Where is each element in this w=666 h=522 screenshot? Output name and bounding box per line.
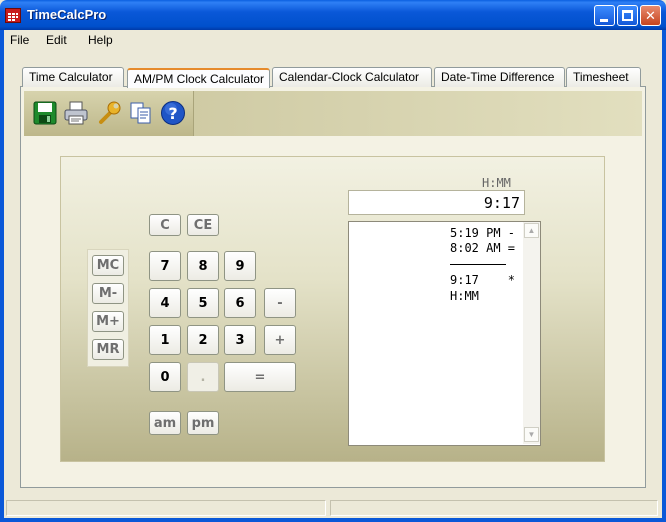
unit-format-label: H:MM <box>482 176 511 190</box>
tab-ampm-clock-calculator[interactable]: AM/PM Clock Calculator <box>127 68 270 88</box>
maximize-button[interactable] <box>617 5 638 26</box>
digit-6-button[interactable]: 6 <box>224 288 256 318</box>
scroll-up-arrow-icon[interactable]: ▲ <box>524 223 539 238</box>
tape-scrollbar[interactable]: ▲ ▼ <box>523 222 540 444</box>
plus-button[interactable]: + <box>264 325 296 355</box>
digit-8-button[interactable]: 8 <box>187 251 219 281</box>
pm-button[interactable]: pm <box>187 411 219 435</box>
tape-total-rule <box>450 264 506 265</box>
tape-line: 8:02 AM = <box>450 241 516 255</box>
tab-time-calculator[interactable]: Time Calculator <box>22 67 124 87</box>
status-pane-left <box>6 500 326 516</box>
memory-recall-button[interactable]: MR <box>92 339 124 360</box>
tape-line: 5:19 PM - <box>450 226 516 240</box>
tab-timesheet[interactable]: Timesheet <box>566 67 641 87</box>
minus-button[interactable]: - <box>264 288 296 318</box>
memory-clear-button[interactable]: MC <box>92 255 124 276</box>
clear-button[interactable]: C <box>149 214 181 236</box>
minimize-icon <box>600 19 608 22</box>
clear-entry-button[interactable]: CE <box>187 214 219 236</box>
digit-2-button[interactable]: 2 <box>187 325 219 355</box>
tab-calendar-clock-calculator[interactable]: Calendar-Clock Calculator <box>272 67 432 87</box>
menu-bar: File Edit Help <box>4 30 662 50</box>
menu-edit[interactable]: Edit <box>46 33 67 47</box>
close-button[interactable]: ✕ <box>640 5 661 26</box>
digit-7-button[interactable]: 7 <box>149 251 181 281</box>
equals-button[interactable]: = <box>224 362 296 392</box>
minimize-button[interactable] <box>594 5 615 26</box>
digit-4-button[interactable]: 4 <box>149 288 181 318</box>
svg-text:?: ? <box>168 104 177 123</box>
window-title: TimeCalcPro <box>27 7 107 22</box>
status-bar <box>4 498 662 518</box>
result-display: 9:17 <box>348 190 525 215</box>
digit-0-button[interactable]: 0 <box>149 362 181 392</box>
digit-5-button[interactable]: 5 <box>187 288 219 318</box>
tape-line: 9:17 * <box>450 273 516 287</box>
digit-3-button[interactable]: 3 <box>224 325 256 355</box>
memory-add-button[interactable]: M+ <box>92 311 124 332</box>
scroll-down-arrow-icon[interactable]: ▼ <box>524 427 539 442</box>
digit-1-button[interactable]: 1 <box>149 325 181 355</box>
tape-line: H:MM <box>450 289 479 303</box>
memory-subtract-button[interactable]: M- <box>92 283 124 304</box>
calculator-app-icon[interactable] <box>5 8 21 23</box>
menu-help[interactable]: Help <box>88 33 113 47</box>
copy-icon[interactable] <box>128 100 154 126</box>
save-icon[interactable] <box>32 100 58 126</box>
digit-9-button[interactable]: 9 <box>224 251 256 281</box>
maximize-icon <box>622 10 633 21</box>
settings-wrench-icon[interactable] <box>96 100 122 126</box>
am-button[interactable]: am <box>149 411 181 435</box>
close-icon: ✕ <box>645 8 656 23</box>
menu-file[interactable]: File <box>10 33 29 47</box>
title-bar[interactable]: TimeCalcPro ✕ <box>0 0 666 30</box>
tab-date-time-difference[interactable]: Date-Time Difference <box>434 67 565 87</box>
help-icon[interactable]: ? <box>160 100 186 126</box>
status-pane-right <box>330 500 658 516</box>
decimal-button[interactable]: . <box>187 362 219 392</box>
print-icon[interactable] <box>63 100 89 126</box>
